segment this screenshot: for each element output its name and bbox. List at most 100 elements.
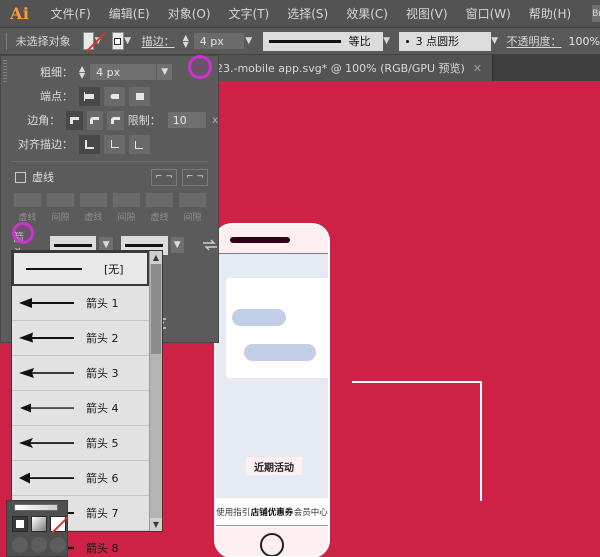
control-bar-grip[interactable] bbox=[6, 33, 9, 50]
dash-input-1[interactable] bbox=[13, 192, 42, 208]
dash-preserve-icon[interactable]: ⌐ ¬ bbox=[151, 169, 177, 186]
stroke-panel-grip[interactable] bbox=[3, 60, 7, 84]
opacity-value[interactable]: 100% bbox=[569, 35, 600, 48]
document-tab-2[interactable]: 23.-mobile app.svg* @ 100% (RGB/GPU 预览) … bbox=[206, 55, 493, 81]
arrow-3-preview-icon bbox=[18, 366, 76, 380]
bevel-join-icon[interactable] bbox=[107, 111, 124, 130]
arrow-option-2[interactable]: 箭头 2 bbox=[12, 321, 149, 356]
arrow-style-dropdown[interactable]: [无] 箭头 1 箭头 2 箭头 3 箭头 4 箭头 5 bbox=[11, 250, 163, 532]
arrow-option-none[interactable]: [无] bbox=[12, 251, 149, 286]
dash-cell-3[interactable]: 虚线 bbox=[79, 192, 108, 223]
menu-window[interactable]: 窗口(W) bbox=[457, 0, 520, 28]
arrow-option-label: [无] bbox=[104, 261, 124, 277]
brush-selector[interactable]: 3 点圆形 bbox=[399, 32, 491, 51]
dash-input-3[interactable] bbox=[145, 192, 174, 208]
bridge-chip[interactable]: Br bbox=[592, 5, 600, 22]
chevron-down-icon[interactable]: ▼ bbox=[171, 236, 185, 254]
menu-effect[interactable]: 效果(C) bbox=[337, 0, 397, 28]
chevron-down-icon[interactable]: ▼ bbox=[157, 63, 173, 81]
chevron-down-icon[interactable]: ▼ bbox=[245, 32, 253, 50]
dash-caption-3: 虚线 bbox=[145, 210, 174, 223]
cursor-highlight-arrows bbox=[12, 222, 34, 244]
stroke-profile-selector[interactable]: 等比 bbox=[263, 32, 383, 51]
gradient-color-icon[interactable] bbox=[31, 516, 47, 532]
solid-color-icon[interactable] bbox=[12, 516, 28, 532]
menu-view[interactable]: 视图(V) bbox=[397, 0, 457, 28]
arrow-dropdown-scrollbar[interactable]: ▲ ▼ bbox=[149, 251, 162, 531]
round-cap-icon[interactable] bbox=[104, 87, 125, 106]
butt-cap-icon[interactable] bbox=[79, 87, 100, 106]
fill-mode-row[interactable] bbox=[12, 516, 66, 532]
round-join-icon[interactable] bbox=[87, 111, 104, 130]
recent-activity-chip[interactable]: 近期活动 bbox=[246, 457, 302, 475]
arrow-option-5[interactable]: 箭头 5 bbox=[12, 426, 149, 461]
stroke-weight-label[interactable]: 描边： bbox=[142, 33, 175, 49]
dash-cell-6[interactable]: 间隙 bbox=[178, 192, 207, 223]
fill-swatch[interactable] bbox=[83, 32, 95, 50]
draw-normal-icon[interactable] bbox=[12, 537, 28, 553]
phone-mockup-center[interactable]: 近期活动 使用指引 店铺优惠券 会员中心 bbox=[214, 223, 330, 557]
menu-select[interactable]: 选择(S) bbox=[278, 0, 337, 28]
nav-item-guide[interactable]: 使用指引 bbox=[216, 506, 250, 518]
arrow-option-label: 箭头 8 bbox=[86, 540, 119, 556]
menu-edit[interactable]: 编辑(E) bbox=[100, 0, 159, 28]
align-inside-stroke-icon[interactable] bbox=[104, 135, 125, 154]
nav-item-member[interactable]: 会员中心 bbox=[294, 506, 328, 518]
dash-cell-1[interactable]: 虚线 bbox=[13, 192, 42, 223]
close-icon[interactable]: ✕ bbox=[473, 62, 482, 75]
dash-cell-5[interactable]: 虚线 bbox=[145, 192, 174, 223]
swap-arrows-icon[interactable] bbox=[202, 236, 218, 255]
menu-object[interactable]: 对象(O) bbox=[159, 0, 220, 28]
align-outside-stroke-icon[interactable] bbox=[129, 135, 150, 154]
phone-bottom-nav[interactable]: 使用指引 店铺优惠券 会员中心 bbox=[216, 498, 328, 526]
control-options-bar[interactable]: 未选择对象 ▼ ▼ 描边： ▲▼ 4 px ▼ 等比 ▼ 3 点圆形 ▼ 不透明… bbox=[0, 28, 600, 55]
menu-type[interactable]: 文字(T) bbox=[220, 0, 279, 28]
dash-cell-4[interactable]: 间隙 bbox=[112, 192, 141, 223]
arrow-option-1[interactable]: 箭头 1 bbox=[12, 286, 149, 321]
miter-limit-input[interactable]: 10 bbox=[167, 111, 207, 129]
stroke-weight-input[interactable]: 4 px bbox=[193, 32, 245, 50]
draw-behind-icon[interactable] bbox=[31, 537, 47, 553]
gradient-bar[interactable] bbox=[14, 504, 58, 511]
weight-label: 粗细： bbox=[13, 64, 79, 80]
dash-input-2[interactable] bbox=[79, 192, 108, 208]
scrollbar-thumb[interactable] bbox=[151, 264, 161, 354]
miter-join-icon[interactable] bbox=[66, 111, 83, 130]
arrow-dropdown-list[interactable]: [无] 箭头 1 箭头 2 箭头 3 箭头 4 箭头 5 bbox=[12, 251, 149, 531]
chevron-down-icon[interactable]: ▼ bbox=[383, 32, 391, 50]
brush-preview-icon bbox=[406, 40, 409, 43]
chevron-down-icon[interactable]: ▼ bbox=[491, 32, 499, 50]
stroke-swatch[interactable] bbox=[112, 32, 124, 50]
dashed-line-checkbox[interactable] bbox=[15, 172, 26, 183]
screen-mode-row[interactable] bbox=[12, 537, 66, 553]
nav-item-coupon[interactable]: 店铺优惠券 bbox=[251, 506, 294, 518]
menu-file[interactable]: 文件(F) bbox=[42, 0, 100, 28]
tool-color-swatches[interactable] bbox=[6, 500, 68, 557]
dash-cell-2[interactable]: 间隙 bbox=[46, 192, 75, 223]
scroll-up-icon[interactable]: ▲ bbox=[150, 251, 162, 264]
menu-help[interactable]: 帮助(H) bbox=[520, 0, 580, 28]
scroll-down-icon[interactable]: ▼ bbox=[150, 518, 162, 531]
gap-input-3[interactable] bbox=[178, 192, 207, 208]
draw-inside-icon[interactable] bbox=[50, 537, 66, 553]
align-center-stroke-icon[interactable] bbox=[79, 135, 100, 154]
cap-label: 端点： bbox=[13, 88, 79, 104]
weight-input[interactable]: 4 px bbox=[89, 63, 157, 81]
stroke-weight-stepper[interactable]: ▲▼ bbox=[183, 34, 189, 48]
white-corner-path[interactable] bbox=[352, 381, 482, 501]
selection-status: 未选择对象 bbox=[16, 33, 71, 49]
chevron-down-icon[interactable]: ▼ bbox=[124, 32, 132, 50]
projecting-cap-icon[interactable] bbox=[129, 87, 150, 106]
arrow-option-4[interactable]: 箭头 4 bbox=[12, 391, 149, 426]
weight-stepper[interactable]: ▲▼ bbox=[79, 65, 85, 79]
gap-input-1[interactable] bbox=[46, 192, 75, 208]
menu-bar[interactable]: Ai 文件(F) 编辑(E) 对象(O) 文字(T) 选择(S) 效果(C) 视… bbox=[0, 0, 600, 28]
gap-input-2[interactable] bbox=[112, 192, 141, 208]
arrow-option-6[interactable]: 箭头 6 bbox=[12, 461, 149, 496]
no-color-icon[interactable] bbox=[50, 516, 66, 532]
dash-adjust-icon[interactable]: ⌐ ¬ bbox=[182, 169, 208, 186]
arrow-option-3[interactable]: 箭头 3 bbox=[12, 356, 149, 391]
dash-gap-fields: 虚线 间隙 虚线 间隙 虚线 间隙 bbox=[1, 192, 218, 223]
scrollbar-track[interactable] bbox=[150, 354, 162, 518]
opacity-label[interactable]: 不透明度： bbox=[507, 33, 562, 49]
